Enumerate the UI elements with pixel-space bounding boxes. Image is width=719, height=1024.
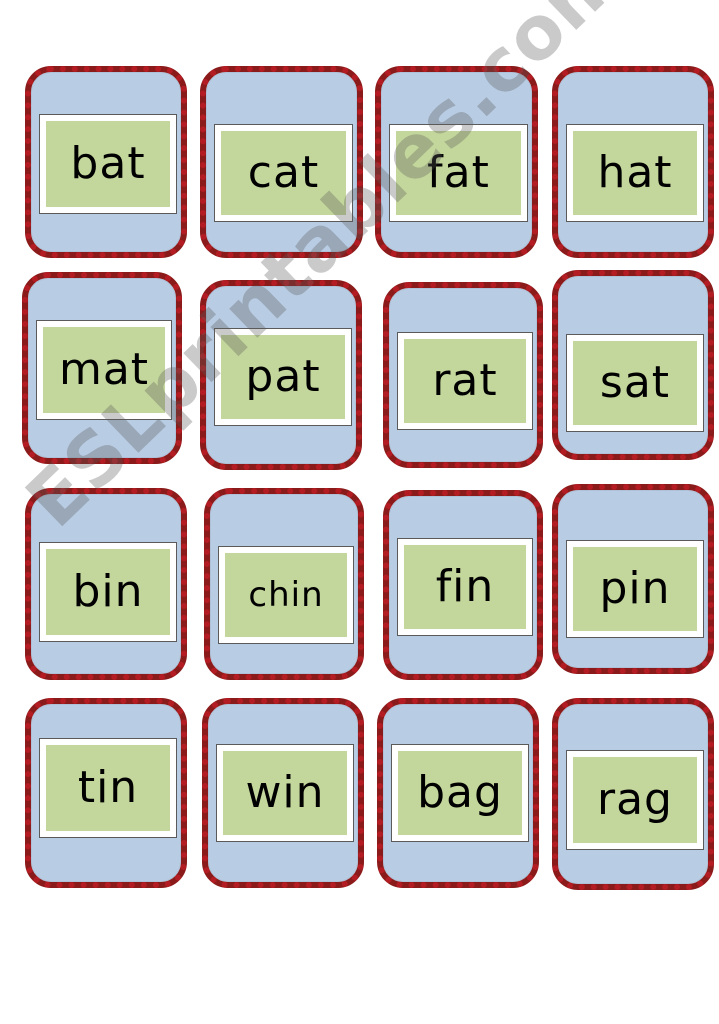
word-frame: hat (566, 124, 704, 222)
word-box: tin (46, 745, 170, 831)
card-word: win (245, 767, 325, 818)
card-word: rag (597, 774, 673, 825)
word-frame: chin (218, 546, 354, 644)
card-word: hat (597, 147, 673, 198)
word-box: chin (225, 553, 347, 637)
word-frame: cat (214, 124, 353, 222)
card-word: bat (70, 138, 146, 189)
word-box: hat (573, 131, 697, 215)
word-card-bin: bin (25, 488, 187, 680)
word-box: pat (221, 335, 345, 419)
word-box: win (223, 751, 347, 835)
word-box: bag (398, 751, 522, 835)
word-card-rag: rag (552, 698, 714, 890)
word-box: mat (43, 327, 165, 413)
word-frame: fin (397, 538, 533, 636)
word-frame: pin (566, 540, 704, 638)
word-frame: mat (36, 320, 172, 420)
card-word: cat (247, 147, 320, 198)
word-box: pin (573, 547, 697, 631)
word-card-bag: bag (377, 698, 539, 888)
word-card-pat: pat (200, 280, 362, 470)
word-card-mat: mat (22, 272, 182, 464)
card-word: fat (427, 147, 490, 198)
card-word: bin (72, 566, 144, 617)
word-card-win: win (202, 698, 364, 888)
word-card-sat: sat (552, 270, 714, 460)
word-card-fin: fin (383, 490, 543, 680)
word-card-bat: bat (25, 66, 187, 258)
word-frame: bin (39, 542, 177, 642)
word-card-rat: rat (383, 282, 543, 468)
card-word: pin (599, 563, 671, 614)
word-box: bat (46, 121, 170, 207)
card-word: rat (432, 355, 498, 406)
card-word: chin (248, 575, 324, 615)
word-box: rat (404, 339, 526, 423)
word-frame: sat (566, 334, 704, 432)
card-word: sat (599, 357, 671, 408)
card-word: fin (435, 561, 495, 612)
word-frame: pat (214, 328, 352, 426)
card-word: pat (245, 351, 321, 402)
card-word: mat (58, 344, 150, 395)
word-box: rag (573, 757, 697, 843)
word-card-fat: fat (375, 66, 538, 258)
word-box: fat (396, 131, 521, 215)
word-frame: rat (397, 332, 533, 430)
word-frame: tin (39, 738, 177, 838)
word-card-pin: pin (552, 484, 714, 674)
word-frame: fat (389, 124, 528, 222)
word-box: cat (221, 131, 346, 215)
word-frame: bag (391, 744, 529, 842)
word-frame: bat (39, 114, 177, 214)
word-frame: rag (566, 750, 704, 850)
card-word: bag (417, 767, 503, 818)
word-card-chin: chin (204, 488, 364, 680)
card-word: tin (77, 762, 139, 813)
word-card-tin: tin (25, 698, 187, 888)
word-card-hat: hat (552, 66, 714, 258)
word-box: bin (46, 549, 170, 635)
word-box: sat (573, 341, 697, 425)
word-box: fin (404, 545, 526, 629)
word-card-cat: cat (200, 66, 363, 258)
word-frame: win (216, 744, 354, 842)
